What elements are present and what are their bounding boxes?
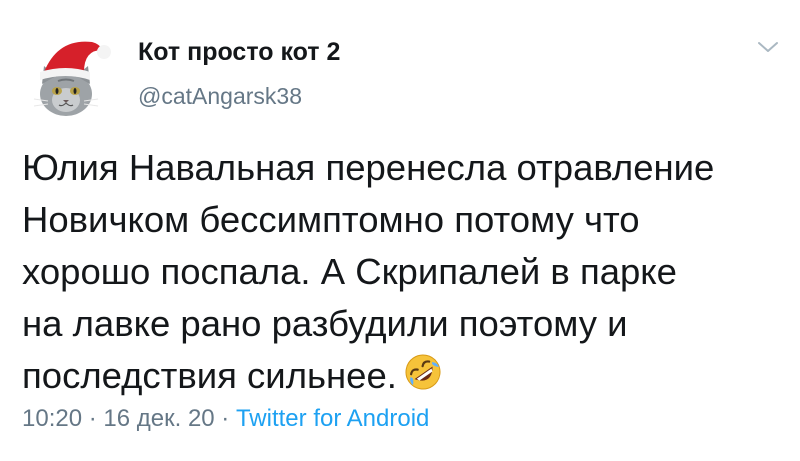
- chevron-down-icon[interactable]: [757, 40, 779, 54]
- tweet-meta: 10:20 · 16 дек. 20 · Twitter for Android: [22, 405, 429, 433]
- author-handle[interactable]: @catAngarsk38: [138, 83, 302, 110]
- tweet-date: 16 дек. 20: [103, 405, 215, 432]
- tweet-text-line: Юлия Навальная перенесла отравление: [22, 147, 715, 188]
- tweet-card: Кот просто кот 2 @catAngarsk38 Юлия Нава…: [0, 0, 800, 461]
- avatar[interactable]: [26, 28, 118, 120]
- author-display-name[interactable]: Кот просто кот 2: [138, 38, 340, 67]
- tweet-source-link[interactable]: Twitter for Android: [236, 405, 429, 432]
- cat-santa-hat-avatar-icon: [33, 41, 111, 116]
- meta-separator: ·: [82, 405, 104, 432]
- tweet-time: 10:20: [22, 405, 83, 432]
- tweet-text-line: хорошо поспала. А Скрипалей в парке: [22, 251, 677, 292]
- tweet-text-line: последствия сильнее.: [22, 355, 397, 396]
- tweet-text: Юлия Навальная перенесла отравление Нови…: [22, 142, 792, 406]
- meta-separator: ·: [214, 405, 236, 432]
- tweet-text-line: на лавке рано разбудили поэтому и: [22, 303, 628, 344]
- rolling-on-floor-laughing-emoji-icon: [403, 352, 443, 406]
- tweet-text-line: Новичком бессимптомно потому что: [22, 199, 640, 240]
- tweet-text-last-line: последствия сильнее.: [22, 350, 792, 406]
